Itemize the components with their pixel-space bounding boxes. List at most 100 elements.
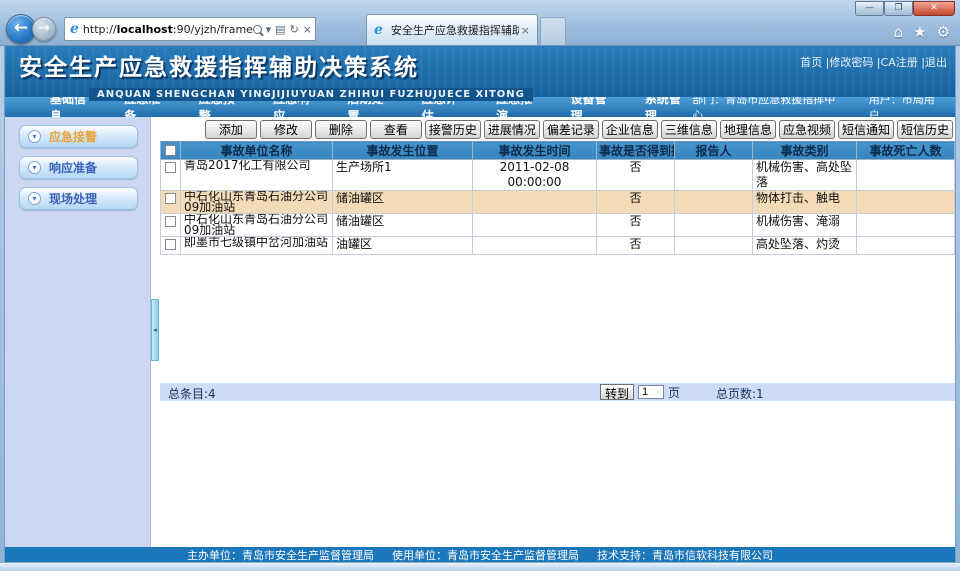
favorites-star-icon[interactable]: ★ xyxy=(913,23,926,41)
toolbar: 添加 修改 删除 查看 接警历史 进展情况 偏差记录 企业信息 三维信息 地理信… xyxy=(160,117,955,141)
new-tab-button[interactable] xyxy=(540,17,566,45)
content-filler xyxy=(160,401,955,547)
url-text[interactable]: http://localhost:90/yjzh/frame/homepage.… xyxy=(83,23,253,36)
close-button[interactable]: ✕ xyxy=(913,1,955,16)
url-protocol: http:// xyxy=(83,23,117,36)
cell-location: 储油罐区 xyxy=(333,191,473,214)
windows-taskbar[interactable] xyxy=(0,562,960,571)
chevron-down-icon: ▾ xyxy=(28,192,41,205)
cell-time xyxy=(473,191,597,214)
row-checkbox[interactable] xyxy=(165,162,176,173)
address-bar[interactable]: e http://localhost:90/yjzh/frame/homepag… xyxy=(64,17,316,41)
browser-chrome: ← → e http://localhost:90/yjzh/frame/hom… xyxy=(0,0,960,46)
three-d-info-button[interactable]: 三维信息 xyxy=(661,120,717,139)
page-subtitle: ANQUAN SHENGCHAN YINGJIJIUYUAN ZHIHUI FU… xyxy=(89,88,533,101)
sidebar-collapse-handle[interactable]: ◂ xyxy=(151,299,159,361)
cell-controlled: 否 xyxy=(597,191,675,214)
search-icon[interactable] xyxy=(253,25,262,34)
browser-window: ← → e http://localhost:90/yjzh/frame/hom… xyxy=(0,0,960,571)
cell-deaths xyxy=(857,237,955,255)
add-button[interactable]: 添加 xyxy=(205,120,257,139)
table-row-selected[interactable]: 中石化山东青岛石油分公司09加油站 储油罐区 否 物体打击、触电 xyxy=(161,191,955,214)
forward-button[interactable]: → xyxy=(32,17,56,41)
cell-reporter xyxy=(675,160,753,191)
tab-close-icon[interactable]: × xyxy=(519,24,532,37)
goto-page-button[interactable]: 转到 xyxy=(600,384,634,400)
maximize-button[interactable]: ❐ xyxy=(884,1,913,16)
settings-gear-icon[interactable]: ⚙ xyxy=(937,23,950,41)
cell-category: 物体打击、触电 xyxy=(753,191,857,214)
cell-time: 2011-02-08 00:00:00 xyxy=(473,160,597,191)
total-pages-label: 总页数:1 xyxy=(716,385,764,402)
link-ca-register[interactable]: CA注册 xyxy=(881,56,918,69)
col-unit-name: 事故单位名称 xyxy=(181,142,333,160)
chevron-down-icon: ▾ xyxy=(28,161,41,174)
sidebar-item-label: 响应准备 xyxy=(49,159,97,176)
chevron-down-icon: ▾ xyxy=(28,130,41,143)
sms-history-button[interactable]: 短信历史 xyxy=(897,120,953,139)
compatibility-view-icon[interactable]: ▤ xyxy=(275,23,285,36)
cell-category: 高处坠落、灼烫 xyxy=(753,237,857,255)
browser-tab[interactable]: e 安全生产应急救援指挥辅助... × xyxy=(366,14,538,45)
cell-deaths xyxy=(857,191,955,214)
cell-category: 机械伤害、淹溺 xyxy=(753,214,857,237)
stop-icon[interactable]: × xyxy=(303,23,312,36)
tab-favicon-icon: e xyxy=(374,22,383,38)
sidebar-item-label: 现场处理 xyxy=(49,190,97,207)
tab-title: 安全生产应急救援指挥辅助... xyxy=(391,22,519,38)
link-home[interactable]: 首页 xyxy=(800,56,822,69)
cell-reporter xyxy=(675,237,753,255)
link-logout[interactable]: 退出 xyxy=(925,56,947,69)
page-number-input[interactable] xyxy=(638,385,664,399)
total-items-label: 总条目:4 xyxy=(168,385,216,402)
table-row[interactable]: 即墨市七级镇中岔河加油站 油罐区 否 高处坠落、灼烫 xyxy=(161,237,955,255)
page-unit-label: 页 xyxy=(668,384,680,401)
alarm-history-button[interactable]: 接警历史 xyxy=(425,120,481,139)
page-header: 安全生产应急救援指挥辅助决策系统 ANQUAN SHENGCHAN YINGJI… xyxy=(5,46,955,97)
enterprise-info-button[interactable]: 企业信息 xyxy=(602,120,658,139)
url-path: :90/yjzh/frame/homepage.jsp xyxy=(173,23,253,36)
emergency-video-button[interactable]: 应急视频 xyxy=(779,120,835,139)
search-dropdown-icon[interactable]: ▾ xyxy=(266,23,272,36)
deviation-record-button[interactable]: 偏差记录 xyxy=(543,120,599,139)
col-reporter: 报告人 xyxy=(675,142,753,160)
cell-controlled: 否 xyxy=(597,214,675,237)
cell-unit-name: 中石化山东青岛石油分公司09加油站 xyxy=(181,191,333,214)
col-location: 事故发生位置 xyxy=(333,142,473,160)
home-icon[interactable]: ⌂ xyxy=(894,23,904,41)
row-checkbox[interactable] xyxy=(165,193,176,204)
cell-time xyxy=(473,214,597,237)
splitter: ◂ xyxy=(151,117,160,547)
sidebar-item-response-prepare[interactable]: ▾ 响应准备 xyxy=(19,156,138,179)
table-row[interactable]: 中石化山东青岛石油分公司09加油站 储油罐区 否 机械伤害、淹溺 xyxy=(161,214,955,237)
col-category: 事故类别 xyxy=(753,142,857,160)
row-checkbox[interactable] xyxy=(165,239,176,250)
delete-button[interactable]: 删除 xyxy=(315,120,367,139)
cell-deaths xyxy=(857,160,955,191)
header-links: 首页 |修改密码 |CA注册 |退出 xyxy=(800,54,947,70)
table-row[interactable]: 青岛2017化工有限公司 生产场所1 2011-02-08 00:00:00 否… xyxy=(161,160,955,191)
cell-time xyxy=(473,237,597,255)
page-footer: 主办单位：青岛市安全生产监督管理局 使用单位：青岛市安全生产监督管理局 技术支持… xyxy=(5,547,955,562)
cell-category: 机械伤害、高处坠落 xyxy=(753,160,857,191)
row-checkbox[interactable] xyxy=(165,216,176,227)
sidebar-item-scene-handle[interactable]: ▾ 现场处理 xyxy=(19,187,138,210)
minimize-button[interactable]: — xyxy=(855,1,884,16)
cell-unit-name: 中石化山东青岛石油分公司09加油站 xyxy=(181,214,333,237)
cell-location: 储油罐区 xyxy=(333,214,473,237)
cell-deaths xyxy=(857,214,955,237)
select-all-checkbox[interactable] xyxy=(165,145,176,156)
edit-button[interactable]: 修改 xyxy=(260,120,312,139)
refresh-icon[interactable]: ↻ xyxy=(290,23,299,36)
view-button[interactable]: 查看 xyxy=(370,120,422,139)
main-panel: 添加 修改 删除 查看 接警历史 进展情况 偏差记录 企业信息 三维信息 地理信… xyxy=(160,117,955,547)
geo-info-button[interactable]: 地理信息 xyxy=(720,120,776,139)
sidebar: ▾ 应急接警 ▾ 响应准备 ▾ 现场处理 xyxy=(5,117,151,547)
sms-notify-button[interactable]: 短信通知 xyxy=(838,120,894,139)
ie-favicon: e xyxy=(70,21,79,37)
cell-reporter xyxy=(675,214,753,237)
progress-button[interactable]: 进展情况 xyxy=(484,120,540,139)
link-change-password[interactable]: 修改密码 xyxy=(829,56,873,69)
accident-table: 事故单位名称 事故发生位置 事故发生时间 事故是否得到控制 报告人 事故类别 事… xyxy=(160,141,955,255)
sidebar-item-emergency-call[interactable]: ▾ 应急接警 xyxy=(19,125,138,148)
